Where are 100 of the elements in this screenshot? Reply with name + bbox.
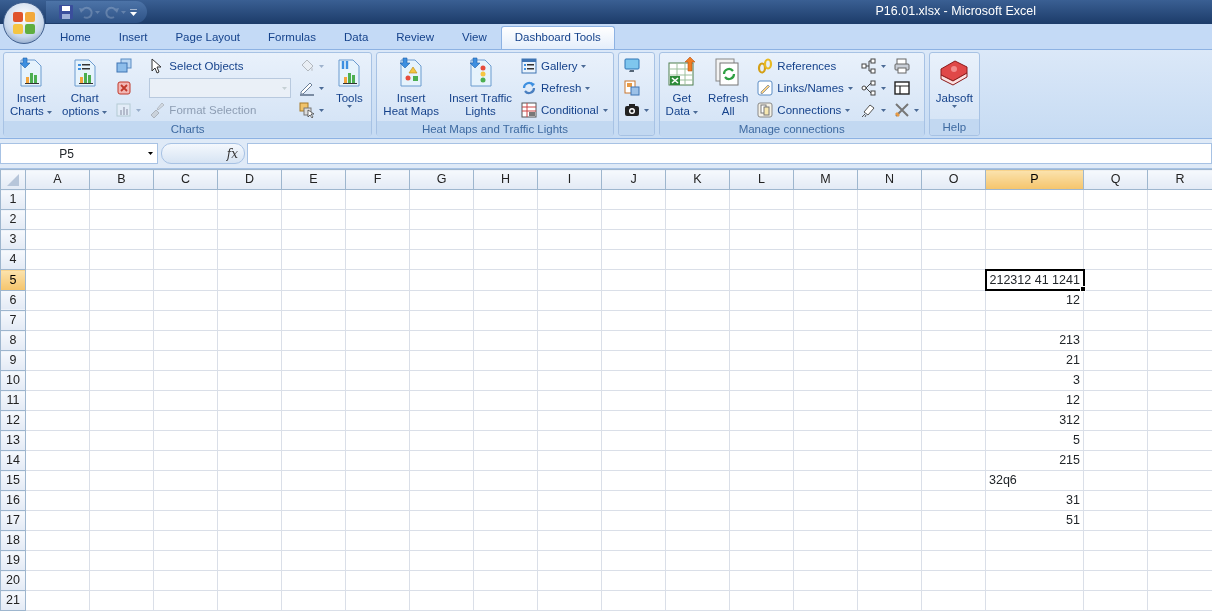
- column-header[interactable]: K: [665, 169, 730, 190]
- ribbon-button[interactable]: Tools: [330, 55, 369, 111]
- monitor-icon: [623, 58, 640, 75]
- ribbon-button[interactable]: Conditional: [519, 99, 610, 122]
- column-header[interactable]: J: [601, 169, 666, 190]
- row-header[interactable]: 9: [0, 350, 26, 371]
- ribbon-tab[interactable]: Formulas: [254, 26, 330, 50]
- caret-icon: [585, 86, 591, 90]
- active-cell[interactable]: 212312 41 1241: [985, 269, 1084, 291]
- row-header[interactable]: 8: [0, 330, 26, 351]
- column-header[interactable]: I: [537, 169, 602, 190]
- fill-handle[interactable]: [1079, 286, 1086, 293]
- window-title: P16.01.xlsx - Microsoft Excel: [875, 3, 1037, 21]
- row-header[interactable]: 19: [0, 550, 26, 571]
- row-header[interactable]: 5: [0, 269, 26, 291]
- insert-function-button[interactable]: fx: [161, 143, 245, 164]
- row-header[interactable]: 15: [0, 470, 26, 491]
- column-header[interactable]: P: [985, 169, 1084, 190]
- table-cell: 3: [985, 370, 1084, 391]
- name-box[interactable]: P5: [0, 143, 158, 164]
- row-header[interactable]: 4: [0, 249, 26, 270]
- row-header[interactable]: 17: [0, 510, 26, 531]
- group-footer: [618, 121, 654, 136]
- caret-icon: [136, 108, 142, 112]
- ribbon-tab[interactable]: Home: [46, 26, 105, 50]
- caret-icon: [148, 152, 153, 156]
- table-cell: 31: [985, 490, 1084, 511]
- row-header[interactable]: 11: [0, 390, 26, 411]
- column-header[interactable]: O: [921, 169, 986, 190]
- ribbon-button[interactable]: Insert Heat Maps: [380, 55, 442, 121]
- tools-icon: [893, 102, 910, 119]
- table-cell: 312: [985, 410, 1084, 431]
- ribbon-button[interactable]: Links/Names: [755, 77, 855, 100]
- delete-icon: [116, 80, 133, 97]
- row-header[interactable]: 12: [0, 410, 26, 431]
- row-header[interactable]: 18: [0, 530, 26, 551]
- pencil-icon: [299, 80, 316, 97]
- ribbon-tab[interactable]: Review: [382, 26, 448, 50]
- caret-icon: [130, 8, 137, 16]
- column-header[interactable]: R: [1147, 169, 1212, 190]
- caret-icon: [602, 108, 608, 112]
- ribbon-button[interactable]: Select Objects: [147, 55, 294, 78]
- caret-icon: [319, 86, 325, 90]
- row-header[interactable]: 20: [0, 570, 26, 591]
- row-header[interactable]: 7: [0, 310, 26, 331]
- ribbon-button[interactable]: Connections: [755, 99, 855, 122]
- formula-input[interactable]: [247, 143, 1212, 164]
- column-header[interactable]: L: [729, 169, 794, 190]
- column-header[interactable]: C: [153, 169, 218, 190]
- row-header[interactable]: 2: [0, 209, 26, 230]
- ribbon-button[interactable]: Jabsoft: [932, 55, 976, 111]
- undo-icon: [78, 4, 94, 21]
- column-header[interactable]: A: [25, 169, 90, 190]
- row-header[interactable]: 16: [0, 490, 26, 511]
- row-header[interactable]: 10: [0, 370, 26, 391]
- ribbon-tab[interactable]: Page Layout: [161, 26, 255, 50]
- ribbon-button[interactable]: References: [755, 55, 855, 78]
- column-header[interactable]: Q: [1083, 169, 1148, 190]
- chart-icon: [116, 102, 133, 119]
- documents-icon: [757, 102, 774, 119]
- ribbon-tab[interactable]: Data: [330, 26, 383, 50]
- row-header[interactable]: 13: [0, 430, 26, 451]
- shapes-icon: [299, 102, 316, 119]
- table-cell: 32q6: [985, 470, 1084, 491]
- column-header[interactable]: E: [281, 169, 346, 190]
- row-header[interactable]: 14: [0, 450, 26, 471]
- ribbon-button[interactable]: Chart options: [59, 55, 111, 121]
- row-header[interactable]: 1: [0, 189, 26, 210]
- ribbon-button[interactable]: Get Data: [662, 55, 702, 121]
- ribbon-tab[interactable]: Insert: [104, 26, 162, 50]
- save-icon: [58, 4, 74, 21]
- ribbon-tab[interactable]: View: [448, 26, 501, 50]
- ribbon-tab[interactable]: Dashboard Tools: [500, 26, 615, 50]
- ribbon-button[interactable]: Gallery: [519, 55, 610, 78]
- document-icon: [623, 80, 640, 97]
- column-header[interactable]: B: [89, 169, 154, 190]
- ribbon-button[interactable]: Insert Traffic Lights: [445, 55, 516, 121]
- caret-icon: [95, 10, 100, 14]
- row-header[interactable]: 21: [0, 590, 26, 611]
- caret-icon: [880, 108, 886, 112]
- caret-icon: [121, 10, 126, 14]
- ribbon-button[interactable]: Refresh: [519, 77, 610, 100]
- table-cell: 12: [985, 390, 1084, 411]
- caret-icon: [880, 86, 886, 90]
- row-header[interactable]: 3: [0, 229, 26, 250]
- row-header[interactable]: 6: [0, 290, 26, 311]
- column-header[interactable]: D: [217, 169, 282, 190]
- ribbon-button[interactable]: Refresh All: [705, 55, 752, 121]
- printer-icon: [893, 58, 910, 75]
- table-cell: 215: [985, 450, 1084, 471]
- column-header[interactable]: M: [793, 169, 858, 190]
- column-header[interactable]: G: [409, 169, 474, 190]
- column-header[interactable]: H: [473, 169, 538, 190]
- ribbon-button[interactable]: Insert Charts: [7, 55, 56, 121]
- column-header[interactable]: N: [857, 169, 922, 190]
- table-icon: [893, 80, 910, 97]
- network-icon: [860, 80, 877, 97]
- group-label: Manage connections: [659, 121, 924, 138]
- select-all-button[interactable]: [0, 169, 26, 190]
- column-header[interactable]: F: [345, 169, 410, 190]
